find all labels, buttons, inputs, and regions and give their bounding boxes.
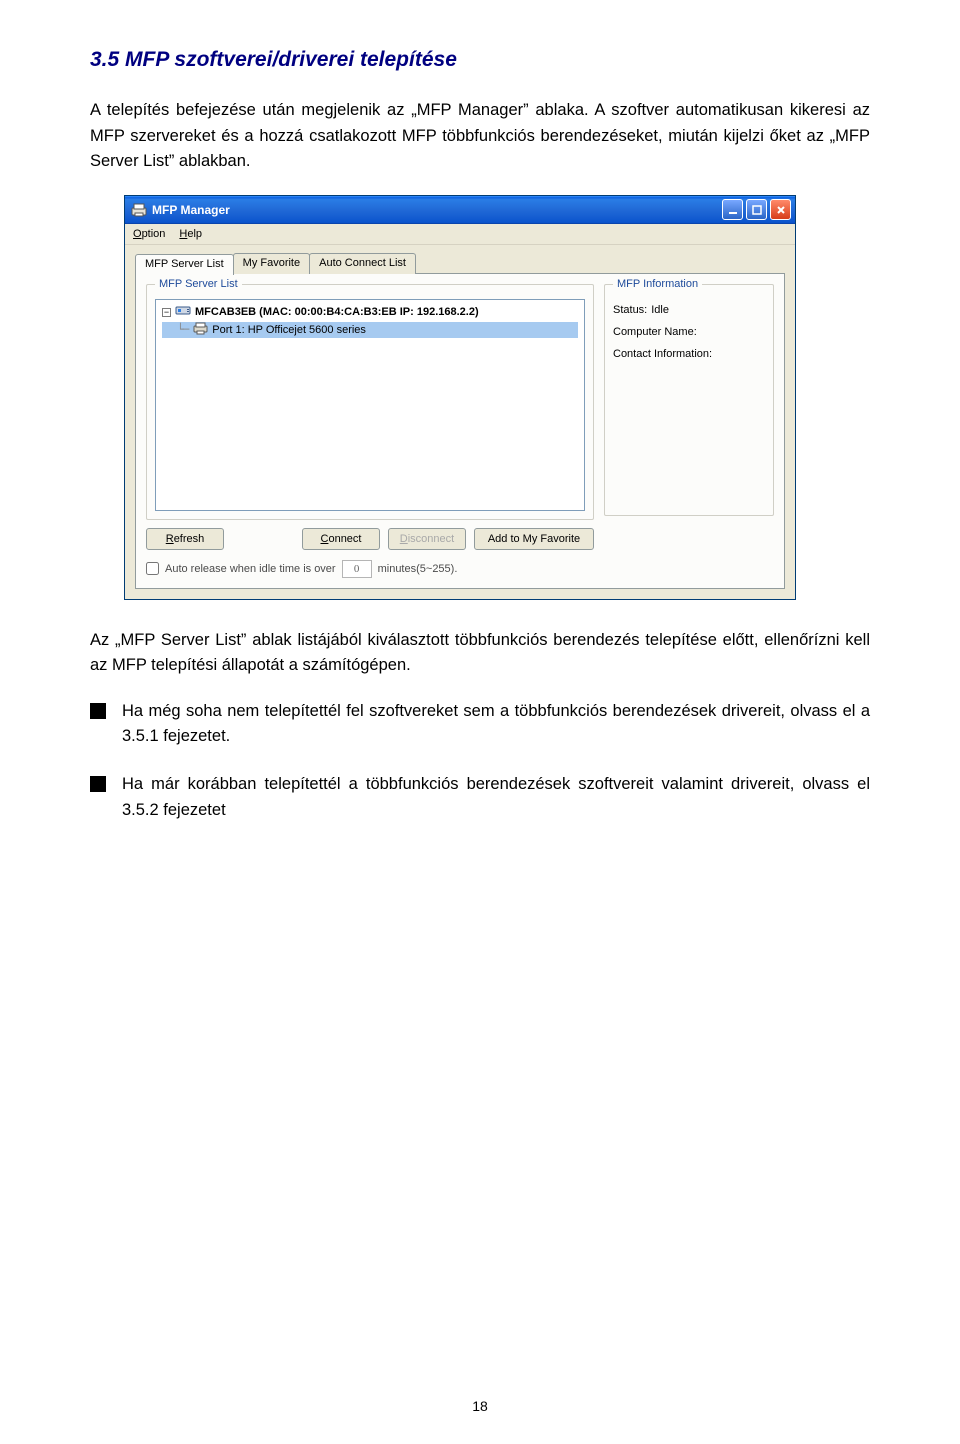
tree-server-node[interactable]: − MFCAB3EB (MAC: 00:00:B4:CA:B3:EB IP: 1… [162, 304, 578, 321]
add-favorite-button[interactable]: Add to My Favorite [474, 528, 594, 550]
tree-server-label: MFCAB3EB (MAC: 00:00:B4:CA:B3:EB IP: 192… [195, 306, 479, 318]
bullet-item: Ha még soha nem telepítettél fel szoftve… [90, 699, 870, 750]
status-value: Idle [651, 299, 669, 321]
auto-release-label-2: minutes(5~255). [378, 563, 458, 575]
computer-name-label: Computer Name: [613, 321, 697, 343]
maximize-button[interactable] [746, 199, 767, 220]
refresh-button[interactable]: Refresh [146, 528, 224, 550]
bullet-list: Ha még soha nem telepítettél fel szoftve… [90, 699, 870, 823]
auto-release-label-1: Auto release when idle time is over [165, 563, 336, 575]
disconnect-button[interactable]: Disconnect [388, 528, 466, 550]
square-bullet-icon [90, 703, 106, 719]
bullet-text: Ha még soha nem telepítettél fel szoftve… [122, 699, 870, 750]
status-label: Status: [613, 299, 647, 321]
info-contact: Contact Information: [613, 343, 765, 365]
group-mfp-information: MFP Information Status: Idle Computer Na… [604, 284, 774, 516]
printer-icon [193, 322, 208, 338]
contact-label: Contact Information: [613, 343, 712, 365]
tree-connector-icon: └─ [177, 323, 188, 336]
auto-release-minutes[interactable] [342, 560, 372, 578]
square-bullet-icon [90, 776, 106, 792]
group-mfp-server-list: MFP Server List − MFCAB3EB (MAC: 00:00:B… [146, 284, 594, 520]
bullet-item: Ha már korábban telepítettél a többfunkc… [90, 772, 870, 823]
minimize-button[interactable] [722, 199, 743, 220]
window-titlebar: MFP Manager [125, 196, 795, 224]
button-row: Refresh Connect Disconnect Add to My Fav… [146, 528, 594, 550]
auto-release-row: Auto release when idle time is over minu… [146, 560, 594, 578]
app-icon [131, 202, 147, 218]
close-button[interactable] [770, 199, 791, 220]
menu-help[interactable]: Help [179, 228, 202, 240]
info-status: Status: Idle [613, 299, 765, 321]
window-title: MFP Manager [152, 203, 722, 217]
tab-strip: MFP Server List My Favorite Auto Connect… [135, 253, 785, 274]
auto-release-checkbox[interactable] [146, 562, 159, 575]
section-heading: 3.5 MFP szoftverei/driverei telepítése [90, 48, 870, 72]
group-legend-right: MFP Information [613, 278, 702, 290]
info-computer-name: Computer Name: [613, 321, 765, 343]
tree-collapse-icon[interactable]: − [162, 308, 171, 317]
mfp-manager-window: MFP Manager Option Help MFP Server List … [124, 195, 796, 600]
window-client-area: MFP Server List My Favorite Auto Connect… [125, 245, 795, 599]
mfp-manager-screenshot: MFP Manager Option Help MFP Server List … [124, 195, 870, 600]
paragraph-1: A telepítés befejezése után megjelenik a… [90, 98, 870, 175]
paragraph-2: Az „MFP Server List” ablak listájából ki… [90, 628, 870, 679]
tree-port-node[interactable]: └─ Port 1: HP Officejet 5600 series [162, 322, 578, 338]
bullet-text: Ha már korábban telepítettél a többfunkc… [122, 772, 870, 823]
menu-option[interactable]: Option [133, 228, 165, 240]
group-legend-left: MFP Server List [155, 278, 242, 290]
connect-button[interactable]: Connect [302, 528, 380, 550]
tab-my-favorite[interactable]: My Favorite [233, 253, 310, 274]
tab-auto-connect-list[interactable]: Auto Connect List [309, 253, 416, 274]
server-icon [175, 304, 191, 321]
page-number: 18 [0, 1398, 960, 1414]
tree-port-label: Port 1: HP Officejet 5600 series [212, 324, 366, 336]
tab-pane: MFP Server List − MFCAB3EB (MAC: 00:00:B… [135, 273, 785, 589]
server-tree[interactable]: − MFCAB3EB (MAC: 00:00:B4:CA:B3:EB IP: 1… [155, 299, 585, 511]
menu-bar: Option Help [125, 224, 795, 245]
tab-mfp-server-list[interactable]: MFP Server List [135, 254, 234, 275]
